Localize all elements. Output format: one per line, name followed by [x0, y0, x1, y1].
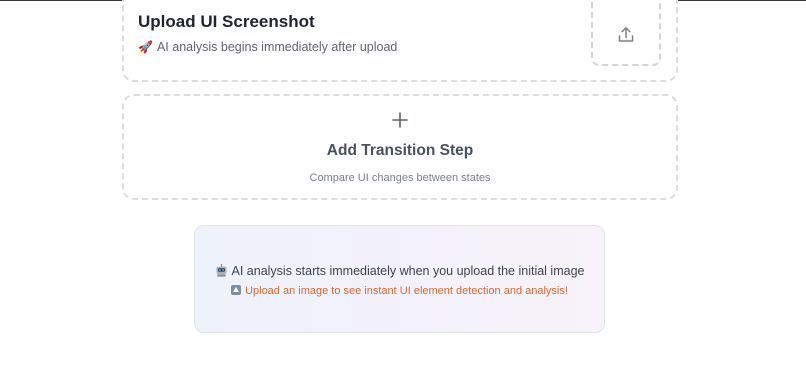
upload-icon	[618, 27, 634, 42]
info-cta-line: Upload an image to see instant UI elemen…	[195, 285, 604, 297]
info-main-text: AI analysis starts immediately when you …	[231, 264, 585, 278]
upload-card-subtitle-text: AI analysis begins immediately after upl…	[156, 40, 398, 54]
upload-screenshot-card: Upload UI Screenshot 🚀 AI analysis begins…	[122, 0, 678, 82]
info-main-line: AI analysis starts immediately when you …	[195, 264, 604, 278]
info-panel: AI analysis starts immediately when you …	[194, 225, 605, 333]
add-step-subtitle: Compare UI changes between states	[309, 172, 491, 184]
add-transition-step-button[interactable]: Add Transition Step Compare UI changes b…	[122, 94, 678, 200]
upload-card-subtitle: 🚀 AI analysis begins immediately after up…	[138, 40, 397, 54]
upload-card-title: Upload UI Screenshot	[138, 12, 315, 31]
info-cta-text: Upload an image to see instant UI elemen…	[245, 285, 568, 297]
rocket-icon: 🚀	[138, 40, 153, 54]
upload-dropzone-button[interactable]	[591, 0, 661, 66]
up-arrow-badge-icon	[231, 285, 242, 295]
add-step-title: Add Transition Step	[326, 142, 474, 159]
robot-icon	[216, 264, 227, 277]
plus-icon	[392, 112, 408, 128]
